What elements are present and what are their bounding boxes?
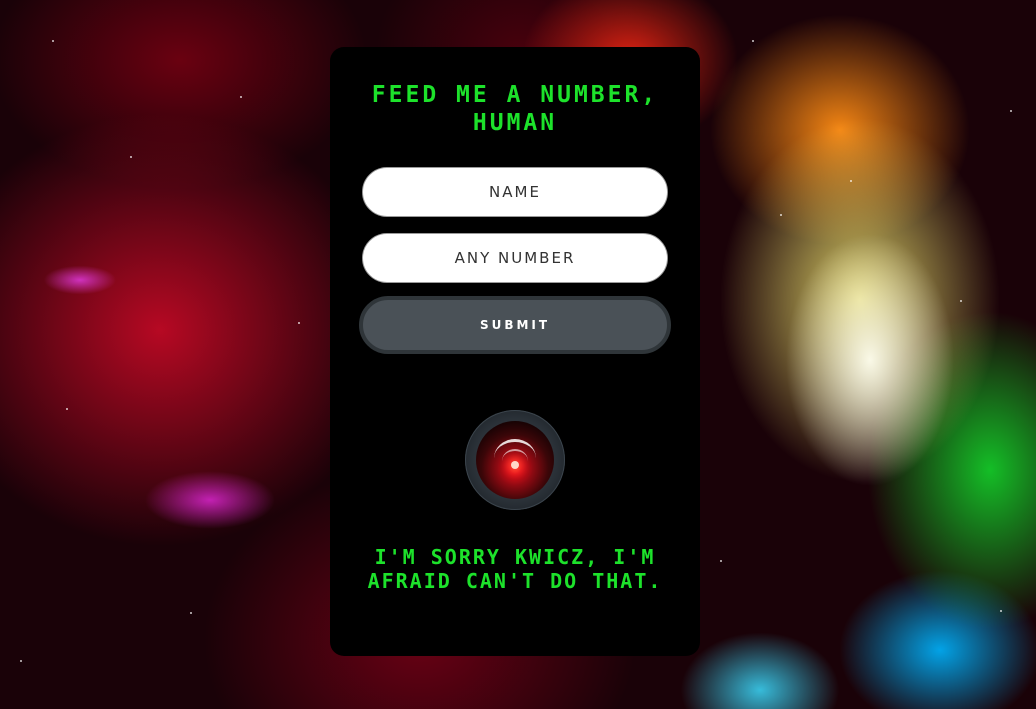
background-star (66, 408, 68, 410)
hal-lens (476, 421, 554, 499)
background-star (130, 156, 132, 158)
submit-button[interactable]: SUBMIT (359, 296, 671, 354)
number-input[interactable] (362, 233, 668, 283)
background-star (720, 560, 722, 562)
background-star (1010, 110, 1012, 112)
hal-core-light (511, 461, 519, 469)
page-title: Feed me a number, Human (371, 82, 659, 136)
background-star (52, 40, 54, 42)
background-star (960, 300, 962, 302)
background-star (1000, 610, 1002, 612)
background-star (850, 180, 852, 182)
background-star (780, 214, 782, 216)
background-star (752, 40, 754, 42)
background-star (190, 612, 192, 614)
background-star (20, 660, 22, 662)
background-star (298, 322, 300, 324)
response-message: I'm sorry Kwicz, I'm afraid can't do tha… (367, 545, 663, 593)
name-input[interactable] (362, 167, 668, 217)
background-star (240, 96, 242, 98)
hal-9000-eye-icon (465, 410, 565, 510)
form-card: Feed me a number, Human SUBMIT I'm sorry… (330, 47, 700, 656)
